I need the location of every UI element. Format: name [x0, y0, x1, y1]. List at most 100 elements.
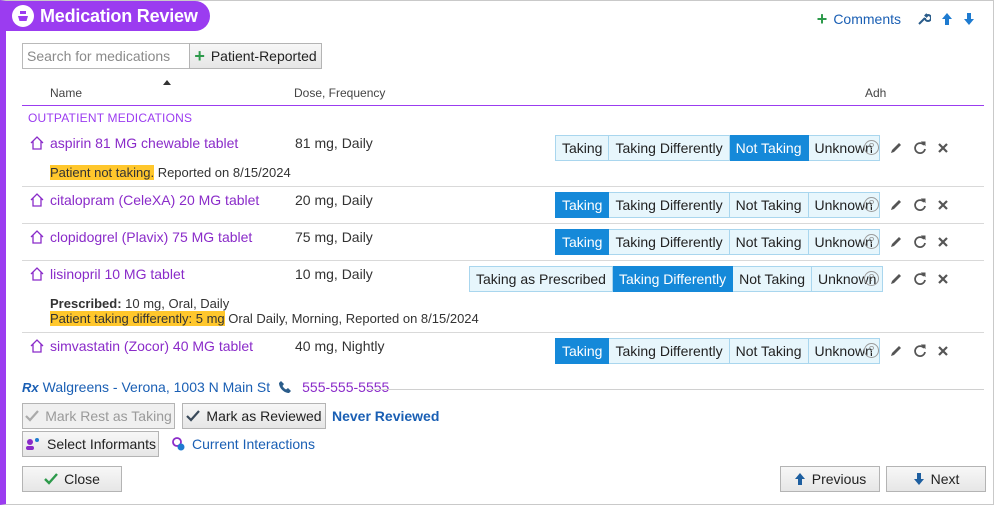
edit-icon[interactable]: [889, 198, 903, 212]
adherence-option-taking-differently[interactable]: Taking Differently: [612, 266, 734, 292]
column-header-adh[interactable]: Adh: [865, 86, 886, 100]
next-label: Next: [930, 471, 960, 487]
patient-reported-button[interactable]: + Patient-Reported: [189, 43, 322, 69]
add-icon: +: [816, 9, 828, 29]
previous-button[interactable]: Previous: [780, 466, 880, 492]
adherence-option-taking-differently[interactable]: Taking Differently: [609, 338, 730, 364]
med-dose: 40 mg, Nightly: [295, 338, 385, 354]
adherence-selector: Taking as Prescribed Taking Differently …: [469, 266, 884, 292]
adherence-option-taking-differently[interactable]: Taking Differently: [609, 229, 730, 255]
adherence-option-not-taking[interactable]: Not Taking: [729, 338, 809, 364]
pharmacy-link[interactable]: Walgreens - Verona, 1003 N Main St: [43, 379, 271, 395]
comments-link[interactable]: + Comments: [816, 9, 901, 29]
wrench-icon[interactable]: [917, 12, 931, 26]
help-icon[interactable]: ?: [864, 343, 879, 358]
close-button[interactable]: Close: [22, 466, 122, 492]
row-actions: ?: [864, 343, 949, 358]
mark-rest-as-taking-button[interactable]: Mark Rest as Taking: [22, 403, 175, 429]
adherence-option-taking-as-prescribed[interactable]: Taking as Prescribed: [469, 266, 613, 292]
arrow-down-icon: [913, 473, 924, 485]
section-label: OUTPATIENT MEDICATIONS: [28, 111, 193, 125]
check-icon: [44, 473, 58, 485]
move-up-icon[interactable]: [941, 12, 953, 26]
remove-icon[interactable]: [937, 142, 949, 154]
select-informants-button[interactable]: Select Informants: [22, 431, 159, 457]
current-interactions-link[interactable]: Current Interactions: [172, 436, 315, 452]
adherence-option-not-taking[interactable]: Not Taking: [733, 266, 812, 292]
home-med-icon: [30, 339, 44, 353]
adherence-option-not-taking[interactable]: Not Taking: [729, 135, 809, 161]
prescribed-label: Prescribed:: [50, 296, 122, 311]
column-header-dose[interactable]: Dose, Frequency: [294, 86, 385, 100]
adherence-option-taking[interactable]: Taking: [555, 135, 610, 161]
med-row-simvastatin: simvastatin (Zocor) 40 MG tablet 40 mg, …: [22, 333, 984, 371]
adherence-option-not-taking[interactable]: Not Taking: [729, 229, 809, 255]
note-text: Reported on 8/15/2024: [154, 165, 291, 180]
help-icon[interactable]: ?: [864, 197, 879, 212]
mark-as-reviewed-button[interactable]: Mark as Reviewed: [182, 403, 326, 429]
adherence-option-taking[interactable]: Taking: [555, 192, 610, 218]
adherence-selector: Taking Taking Differently Not Taking Unk…: [555, 135, 880, 161]
current-interactions-label: Current Interactions: [192, 436, 315, 452]
home-med-icon: [30, 136, 44, 150]
home-med-icon: [30, 230, 44, 244]
comments-label: Comments: [833, 11, 901, 27]
review-status: Never Reviewed: [332, 408, 440, 424]
adherence-option-not-taking[interactable]: Not Taking: [729, 192, 809, 218]
remove-icon[interactable]: [937, 273, 949, 285]
header-divider: [22, 105, 984, 106]
med-dose: 81 mg, Daily: [295, 135, 373, 151]
edit-icon[interactable]: [889, 141, 903, 155]
medication-review-panel: Medication Review + Comments + Patient-R…: [0, 0, 994, 505]
adherence-option-taking[interactable]: Taking: [555, 229, 610, 255]
title-tab: Medication Review: [6, 1, 210, 31]
add-icon: +: [194, 46, 205, 66]
adherence-option-taking-differently[interactable]: Taking Differently: [609, 135, 730, 161]
patient-reported-label: Patient-Reported: [210, 48, 317, 64]
med-name[interactable]: lisinopril 10 MG tablet: [30, 266, 185, 282]
adherence-option-taking[interactable]: Taking: [555, 338, 610, 364]
refresh-icon[interactable]: [913, 141, 927, 155]
search-input[interactable]: [22, 43, 190, 69]
remove-icon[interactable]: [937, 199, 949, 211]
help-icon[interactable]: ?: [864, 271, 879, 286]
help-icon[interactable]: ?: [864, 234, 879, 249]
home-med-icon: [30, 193, 44, 207]
sort-ascending-icon: [163, 80, 171, 85]
adherence-option-taking-differently[interactable]: Taking Differently: [609, 192, 730, 218]
column-header-name[interactable]: Name: [50, 86, 82, 100]
med-name[interactable]: simvastatin (Zocor) 40 MG tablet: [30, 338, 253, 354]
move-down-icon[interactable]: [963, 12, 975, 26]
row-actions: ?: [864, 140, 949, 155]
refresh-icon[interactable]: [913, 235, 927, 249]
pharmacy-phone[interactable]: 555-555-5555: [302, 379, 389, 395]
previous-label: Previous: [811, 471, 867, 487]
med-name[interactable]: citalopram (CeleXA) 20 MG tablet: [30, 192, 259, 208]
edit-icon[interactable]: [889, 344, 903, 358]
med-row-citalopram: citalopram (CeleXA) 20 MG tablet 20 mg, …: [22, 187, 984, 224]
edit-icon[interactable]: [889, 235, 903, 249]
med-name[interactable]: aspirin 81 MG chewable tablet: [30, 135, 238, 151]
prescribed-value: 10 mg, Oral, Daily: [121, 296, 230, 311]
informants-icon: [26, 438, 40, 450]
home-med-icon: [30, 267, 44, 281]
edit-icon[interactable]: [889, 272, 903, 286]
med-name-text: aspirin 81 MG chewable tablet: [50, 135, 239, 151]
med-name[interactable]: clopidogrel (Plavix) 75 MG tablet: [30, 229, 252, 245]
row-actions: ?: [864, 197, 949, 212]
med-name-text: lisinopril 10 MG tablet: [50, 266, 185, 282]
help-icon[interactable]: ?: [864, 140, 879, 155]
pharmacy-divider: [366, 389, 984, 390]
refresh-icon[interactable]: [913, 272, 927, 286]
mark-rest-label: Mark Rest as Taking: [45, 408, 172, 424]
med-row-aspirin: aspirin 81 MG chewable tablet 81 mg, Dai…: [22, 127, 984, 187]
refresh-icon[interactable]: [913, 344, 927, 358]
remove-icon[interactable]: [937, 345, 949, 357]
refresh-icon[interactable]: [913, 198, 927, 212]
check-icon: [186, 410, 201, 422]
remove-icon[interactable]: [937, 236, 949, 248]
med-dose: 75 mg, Daily: [295, 229, 373, 245]
close-label: Close: [64, 471, 100, 487]
next-button[interactable]: Next: [886, 466, 986, 492]
med-row-clopidogrel: clopidogrel (Plavix) 75 MG tablet 75 mg,…: [22, 224, 984, 261]
